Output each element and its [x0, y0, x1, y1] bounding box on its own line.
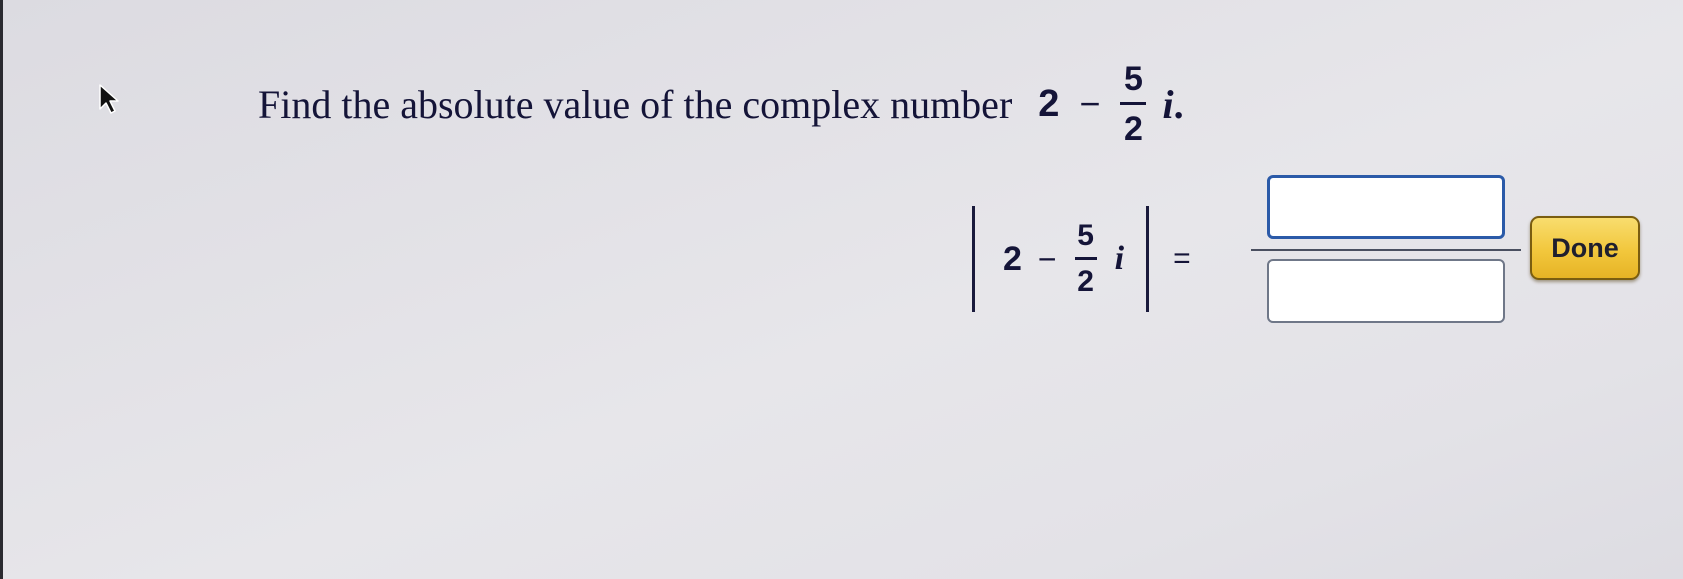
equation-fraction: 5 2: [1074, 219, 1097, 298]
mouse-pointer-icon: [99, 84, 119, 114]
equals-sign: =: [1173, 242, 1191, 275]
answer-denominator-input[interactable]: [1267, 259, 1505, 323]
equation-minus-sign: −: [1037, 240, 1057, 277]
question-minus-sign: −: [1079, 83, 1101, 124]
answer-fraction: [1251, 175, 1521, 325]
question-imaginary-unit: i: [1162, 81, 1174, 127]
equation-fraction-denominator: 2: [1077, 265, 1094, 298]
done-button[interactable]: Done: [1530, 216, 1640, 280]
equation-fraction-bar: [1074, 257, 1097, 260]
question-fraction-bar: [1120, 102, 1147, 105]
equation-fraction-numerator: 5: [1077, 219, 1094, 252]
absolute-value-bar-left: [972, 206, 975, 312]
equation-imaginary-unit: i: [1114, 240, 1125, 277]
answer-numerator-input[interactable]: [1267, 175, 1505, 239]
equation-real-part: 2: [1003, 239, 1022, 278]
question-period: .: [1173, 81, 1184, 127]
absolute-value-bar-right: [1146, 206, 1150, 312]
question-real-part: 2: [1038, 82, 1060, 125]
question-prompt: Find the absolute value of the complex n…: [258, 54, 1184, 154]
answer-fraction-bar: [1251, 249, 1521, 251]
question-fraction-numerator: 5: [1123, 60, 1143, 98]
question-fraction: 5 2: [1120, 60, 1147, 148]
question-fraction-denominator: 2: [1123, 110, 1143, 148]
left-edge-divider: [0, 0, 3, 579]
answer-equation: 2 − 5 2 i =: [972, 206, 1191, 312]
question-text: Find the absolute value of the complex n…: [258, 81, 1013, 127]
